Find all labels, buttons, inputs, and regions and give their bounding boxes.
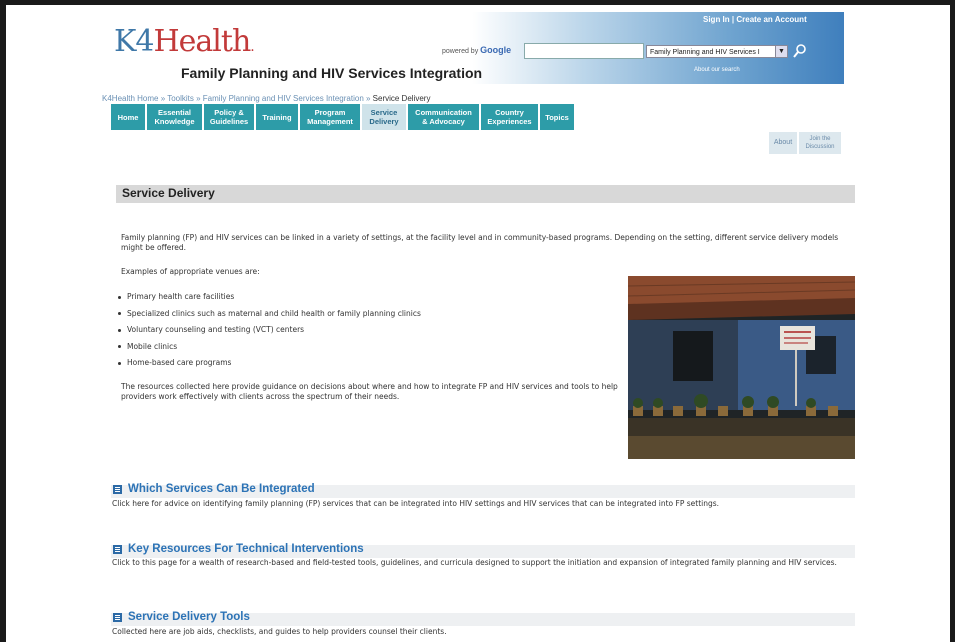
search-scope-select[interactable]: Family Planning and HIV Services I ▼ <box>646 45 788 58</box>
list-item: Home-based care programs <box>114 358 421 375</box>
page-title: Service Delivery <box>122 186 215 200</box>
browser-page-frame: K4Health. Family Planning and HIV Servic… <box>6 5 950 642</box>
join-discussion-tab[interactable]: Join the Discussion <box>799 132 841 154</box>
tab-program-management[interactable]: Program Management <box>300 104 360 130</box>
which-services-link[interactable]: Which Services Can Be Integrated <box>113 483 315 495</box>
list-item: Voluntary counseling and testing (VCT) c… <box>114 325 421 342</box>
clinic-photo <box>628 276 855 459</box>
breadcrumb[interactable]: K4Health Home » Toolkits » Family Planni… <box>102 94 430 103</box>
section-header: Service Delivery <box>116 185 855 203</box>
resources-text: The resources collected here provide gui… <box>121 382 618 401</box>
document-icon <box>113 544 122 554</box>
tab-training[interactable]: Training <box>256 104 298 130</box>
tab-essential-knowledge[interactable]: Essential Knowledge <box>147 104 202 130</box>
about-search-link[interactable]: About our search <box>694 67 740 73</box>
chevron-down-icon: ▼ <box>775 46 787 57</box>
signin-links[interactable]: Sign In | Create an Account <box>703 15 807 24</box>
which-services-desc: Click here for advice on identifying fam… <box>112 499 720 508</box>
examples-label: Examples of appropriate venues are: <box>121 267 260 276</box>
key-resources-desc: Click to this page for a wealth of resea… <box>112 558 837 567</box>
search-icon[interactable] <box>792 43 808 59</box>
tab-home[interactable]: Home <box>111 104 145 130</box>
tab-country-experiences[interactable]: Country Experiences <box>481 104 538 130</box>
k4health-logo[interactable]: K4Health. <box>114 25 255 64</box>
powered-by-google: powered by Google <box>442 45 512 55</box>
list-item: Specialized clinics such as maternal and… <box>114 309 421 326</box>
service-delivery-tools-link[interactable]: Service Delivery Tools <box>113 611 250 623</box>
key-resources-link[interactable]: Key Resources For Technical Intervention… <box>113 543 364 555</box>
tab-topics[interactable]: Topics <box>540 104 574 130</box>
document-icon <box>113 484 122 494</box>
tab-policy-guidelines[interactable]: Policy & Guidelines <box>204 104 254 130</box>
tab-service-delivery[interactable]: Service Delivery <box>362 104 406 130</box>
list-item: Primary health care facilities <box>114 292 421 309</box>
intro-text: Family planning (FP) and HIV services ca… <box>121 233 839 252</box>
tab-communication-advocacy[interactable]: Communication & Advocacy <box>408 104 479 130</box>
page: K4Health. Family Planning and HIV Servic… <box>6 5 950 642</box>
search-input[interactable] <box>524 43 644 59</box>
site-title: Family Planning and HIV Services Integra… <box>181 65 483 81</box>
service-delivery-tools-desc: Collected here are job aids, checklists,… <box>112 627 447 636</box>
document-icon <box>113 612 122 622</box>
venues-list: Primary health care facilities Specializ… <box>114 292 421 375</box>
about-tab[interactable]: About <box>769 132 797 154</box>
list-item: Mobile clinics <box>114 342 421 359</box>
main-nav: Home Essential Knowledge Policy & Guidel… <box>111 104 574 130</box>
